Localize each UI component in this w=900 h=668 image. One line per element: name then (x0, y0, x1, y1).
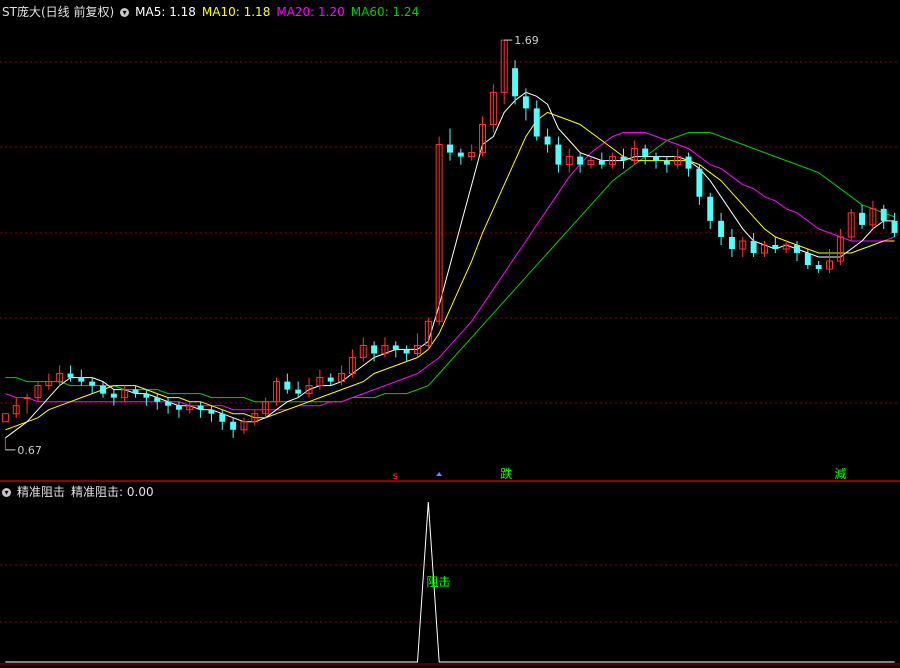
candle-body (544, 136, 551, 145)
candle-body (663, 160, 670, 165)
chevron-down-icon[interactable]: ▾ (2, 488, 11, 497)
candle-body (284, 381, 291, 390)
candle-body (707, 196, 714, 221)
candle-body (772, 244, 779, 249)
candle-body (295, 389, 302, 394)
candle-body (880, 208, 887, 221)
candle-body (154, 397, 161, 402)
candle-body (197, 405, 204, 410)
candle-body (208, 409, 215, 414)
candle-body (219, 413, 226, 422)
ma20-label: MA20: 1.20 (276, 5, 345, 19)
candle-body (457, 152, 464, 157)
candle-body (750, 240, 757, 254)
indicator-name[interactable]: 精准阻击 (17, 485, 65, 499)
candle-body (447, 144, 453, 153)
candle-body (512, 68, 519, 97)
candle-body (392, 345, 399, 350)
ma10-label: MA10: 1.18 (201, 5, 271, 19)
candle-body (23, 397, 31, 400)
main-chart-header: ST庞大(日线 前复权) ▾ MA5: 1.18 MA10: 1.18 MA20: 1.… (2, 5, 425, 19)
indicator-header: ▾ 精准阻击 精准阻击: 0.00 (2, 485, 160, 499)
low-price-label: 0.67 (17, 444, 41, 457)
ma60-label: MA60: 1.24 (350, 5, 420, 19)
candle-body (327, 377, 334, 382)
candle-body (891, 220, 898, 233)
candle-body (110, 393, 117, 398)
candle-body (175, 405, 182, 410)
candle-body (67, 373, 74, 378)
candle-body (100, 385, 106, 394)
candle-body (804, 253, 811, 266)
candle-body (598, 160, 605, 165)
signal-marker: s (393, 471, 398, 482)
candle-body (371, 345, 378, 354)
candle-body (718, 220, 725, 237)
candle-body (230, 421, 237, 430)
candle-body (522, 96, 529, 109)
candle-body (555, 144, 562, 165)
candle-body (653, 156, 660, 161)
candle-body (403, 349, 410, 354)
candle-body (165, 401, 172, 406)
indicator-value: 精准阻击: 0.00 (71, 485, 154, 499)
candle-body (696, 168, 703, 197)
signal-die-label: 跌 (500, 466, 512, 481)
high-price-label: 1.69 (514, 34, 539, 47)
candle-body (577, 156, 584, 165)
candle-body (620, 156, 627, 161)
zuji-label: 阻击 (426, 575, 450, 589)
candle-body (89, 381, 96, 386)
candle-body (533, 108, 540, 137)
candle-body (728, 236, 735, 249)
chevron-down-icon[interactable]: ▾ (120, 8, 130, 17)
candle-body (794, 244, 800, 254)
stock-chart: 阻击 1.69 0.67 s 跌 減 (0, 0, 900, 668)
candle-body (143, 393, 150, 398)
candle-body (132, 389, 139, 394)
candle-body (685, 156, 692, 169)
candle-body (642, 148, 649, 157)
candle-body (78, 377, 85, 382)
ma5-label: MA5: 1.18 (135, 5, 196, 19)
stock-title[interactable]: ST庞大(日线 前复权) (2, 5, 114, 19)
signal-jian-label: 減 (834, 466, 846, 481)
candle-body (815, 265, 822, 270)
candle-body (859, 212, 866, 225)
